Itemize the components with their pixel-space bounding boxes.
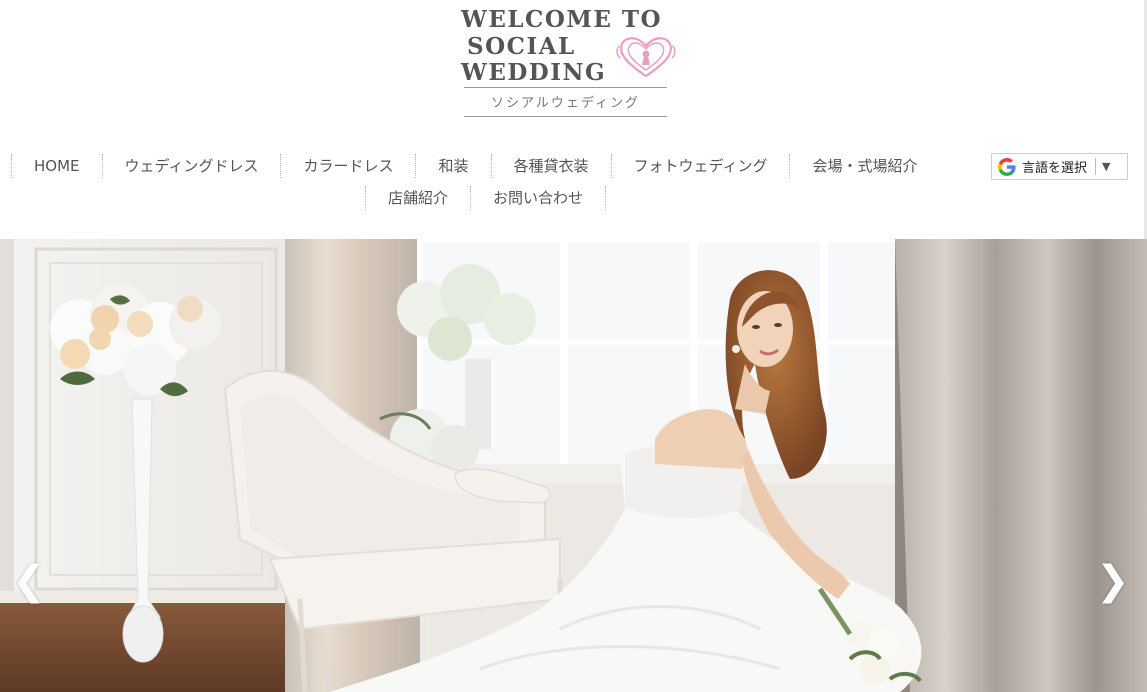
hero-slider: ❮ ❯	[0, 239, 1147, 692]
nav-item-shops[interactable]: 店舗紹介	[366, 185, 470, 211]
site-header: WELCOME TO SOCIAL WEDDING ソシアルウェディング HOM…	[0, 0, 1147, 239]
logo-divider	[464, 116, 667, 117]
nav-item-wasou[interactable]: 和装	[416, 153, 490, 179]
hero-image	[0, 239, 1147, 692]
language-select[interactable]: 言語を選択 ▼	[991, 153, 1128, 180]
logo-line-1: WELCOME TO	[461, 6, 663, 33]
nav-item-photo-wedding[interactable]: フォトウェディング	[612, 153, 790, 179]
logo-line-3: WEDDING	[461, 59, 607, 86]
main-nav: HOME ウェディングドレス カラードレス 和装 各種貸衣装 フォトウェディング…	[11, 153, 939, 179]
slider-next-button[interactable]: ❯	[1096, 561, 1130, 601]
slider-prev-button[interactable]: ❮	[12, 561, 46, 601]
logo-divider	[464, 87, 667, 88]
nav-item-wedding-dress[interactable]: ウェディングドレス	[103, 153, 281, 179]
language-select-label: 言語を選択	[1022, 161, 1088, 176]
main-nav-row-2: 店舗紹介 お問い合わせ	[365, 185, 607, 211]
nav-item-color-dress[interactable]: カラードレス	[281, 153, 415, 179]
nav-item-home[interactable]: HOME	[12, 153, 102, 179]
site-logo[interactable]: WELCOME TO SOCIAL WEDDING ソシアルウェディング	[458, 4, 678, 122]
heart-lock-icon	[616, 37, 676, 78]
nav-item-contact[interactable]: お問い合わせ	[471, 185, 605, 211]
nav-item-venues[interactable]: 会場・式場紹介	[790, 153, 939, 179]
google-g-icon	[998, 157, 1016, 176]
select-divider	[1095, 158, 1097, 175]
nav-item-rental-costumes[interactable]: 各種貸衣装	[492, 153, 611, 179]
nav-divider	[605, 186, 607, 210]
logo-line-2: SOCIAL	[467, 33, 576, 60]
logo-subtitle: ソシアルウェディング	[491, 96, 640, 111]
chevron-down-icon: ▼	[1102, 160, 1111, 173]
